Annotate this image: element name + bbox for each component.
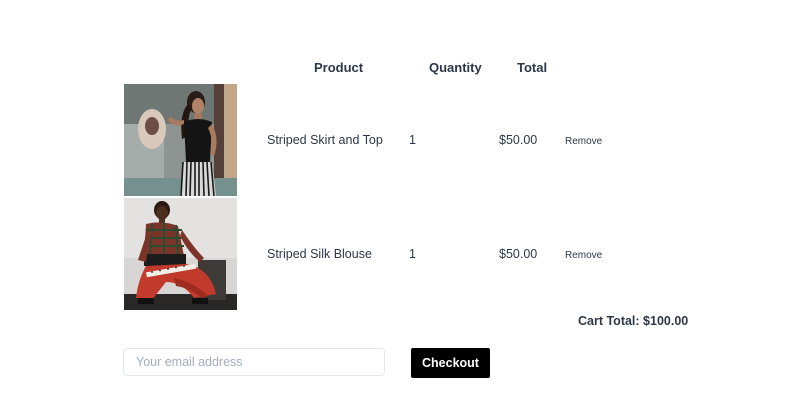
product-image bbox=[124, 84, 237, 196]
product-total: $50.00 bbox=[499, 133, 538, 147]
remove-button[interactable]: Remove bbox=[565, 134, 602, 150]
cart-page: Product Quantity Total Striped Skirt and… bbox=[0, 0, 800, 401]
product-name: Striped Skirt and Top bbox=[267, 133, 383, 147]
model-photo-icon bbox=[124, 84, 237, 196]
product-image bbox=[124, 198, 237, 310]
header-total: Total bbox=[517, 60, 548, 75]
header-quantity: Quantity bbox=[429, 60, 482, 75]
email-input[interactable] bbox=[123, 348, 385, 376]
checkout-button[interactable]: Checkout bbox=[411, 348, 490, 378]
product-quantity: 1 bbox=[409, 247, 416, 261]
cart-total: Cart Total: $100.00 bbox=[578, 314, 689, 328]
product-quantity: 1 bbox=[409, 133, 416, 147]
product-name: Striped Silk Blouse bbox=[267, 247, 372, 261]
header-product: Product bbox=[314, 60, 364, 75]
model-photo-icon bbox=[124, 198, 237, 310]
remove-button[interactable]: Remove bbox=[565, 248, 602, 264]
product-total: $50.00 bbox=[499, 247, 538, 261]
